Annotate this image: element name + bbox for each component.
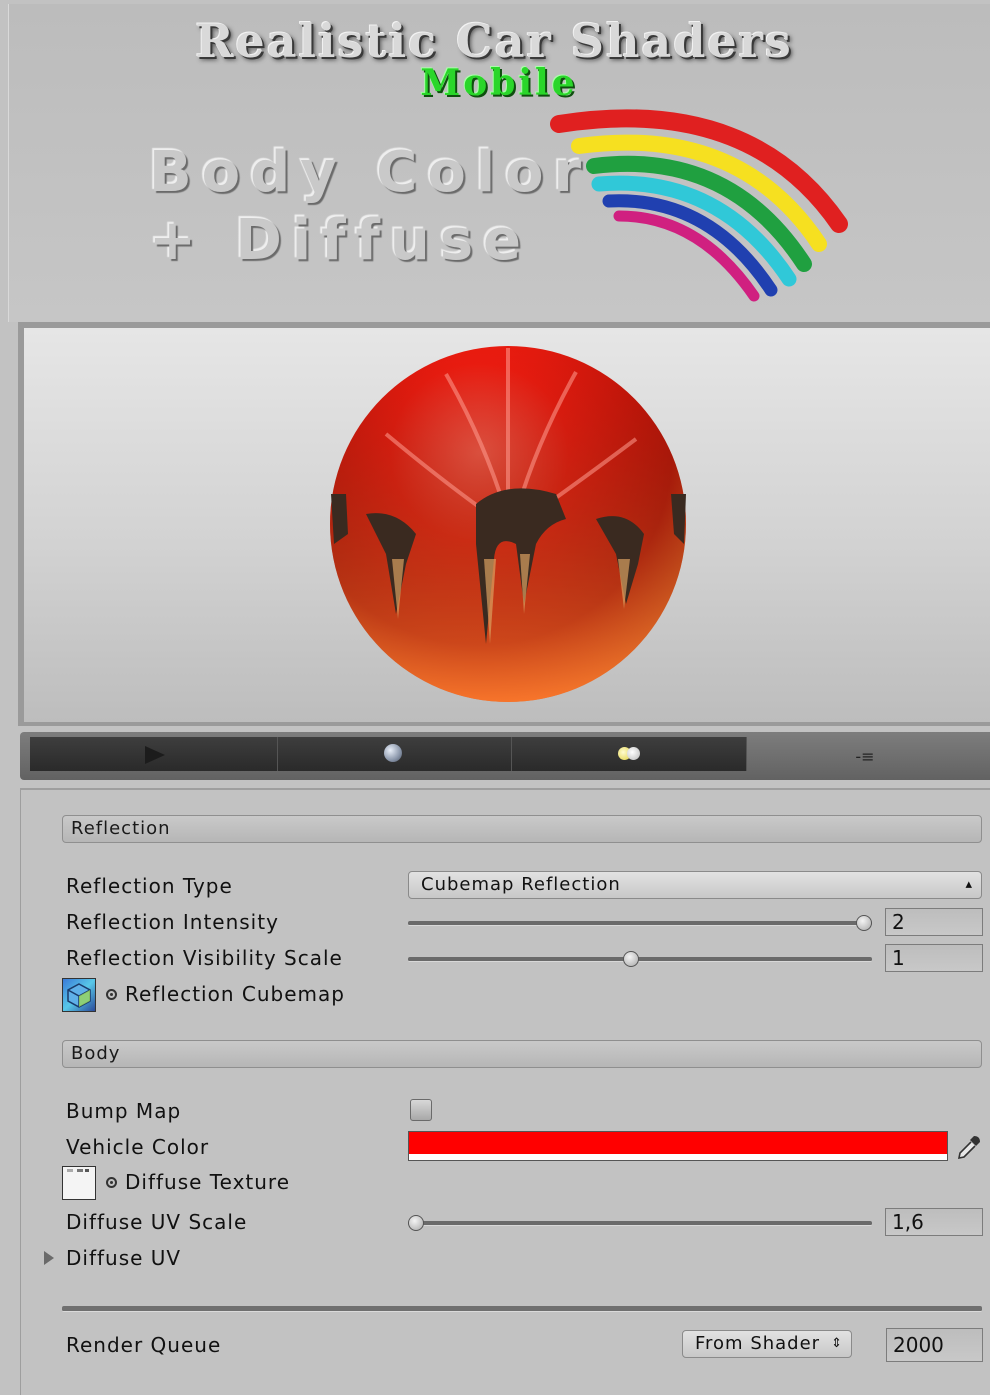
reflection-cubemap-label: Reflection Cubemap (125, 982, 345, 1006)
reflection-visibility-track[interactable] (408, 957, 872, 962)
diffuse-texture-label: Diffuse Texture (125, 1170, 291, 1194)
render-queue-mode-value: From Shader (695, 1333, 821, 1354)
bump-map-checkbox[interactable] (410, 1099, 432, 1121)
light-icon-b (627, 747, 640, 760)
render-queue-label: Render Queue (66, 1333, 222, 1357)
banner-title: Realistic Car Shaders (195, 14, 793, 68)
sphere-preview-icon (384, 744, 402, 762)
vehicle-color-fill (409, 1132, 947, 1154)
reflection-intensity-track[interactable] (408, 921, 872, 926)
banner-line2: + Diffuse (149, 208, 532, 273)
reflection-visibility-field[interactable]: 1 (885, 944, 983, 972)
reflection-cubemap-thumbnail[interactable] (62, 978, 96, 1012)
banner-subtitle: Mobile (420, 62, 578, 104)
divider (62, 1306, 982, 1312)
dropdown-arrows-icon: ⇕ (831, 1336, 843, 1351)
preview-settings-menu-icon[interactable]: -≡ (848, 746, 882, 768)
play-icon (145, 746, 165, 764)
diffuse-texture-thumbnail[interactable] (62, 1166, 96, 1200)
shader-banner: Realistic Car Shaders Mobile Body Color … (8, 4, 990, 322)
dropdown-arrows-icon: ▴ (965, 877, 973, 892)
texture-icon (67, 1169, 89, 1172)
bump-map-label: Bump Map (66, 1099, 182, 1123)
preview-lights-button[interactable] (512, 737, 747, 771)
vehicle-color-swatch[interactable] (408, 1131, 948, 1161)
diffuse-uv-foldout[interactable]: Diffuse UV (66, 1246, 181, 1270)
eyedropper-icon[interactable] (954, 1132, 984, 1162)
reflection-intensity-thumb[interactable] (856, 915, 872, 931)
object-picker-icon[interactable] (106, 1177, 117, 1188)
diffuse-uv-scale-thumb[interactable] (408, 1215, 424, 1231)
reflection-type-dropdown[interactable]: Cubemap Reflection ▴ (408, 871, 982, 899)
cubemap-icon (67, 983, 91, 1008)
body-section-header[interactable]: Body (62, 1040, 982, 1068)
reflection-intensity-label: Reflection Intensity (66, 910, 279, 934)
play-button[interactable] (30, 737, 278, 771)
vehicle-color-alpha-bar (409, 1154, 947, 1160)
reflection-type-label: Reflection Type (66, 874, 233, 898)
object-picker-icon[interactable] (106, 989, 117, 1000)
reflection-visibility-label: Reflection Visibility Scale (66, 946, 343, 970)
reflection-section-header[interactable]: Reflection (62, 815, 982, 843)
diffuse-uv-scale-label: Diffuse UV Scale (66, 1210, 248, 1234)
foldout-arrow-icon[interactable] (44, 1251, 54, 1265)
render-queue-mode-dropdown[interactable]: From Shader ⇕ (682, 1330, 852, 1358)
vehicle-color-label: Vehicle Color (66, 1135, 210, 1159)
diffuse-uv-scale-field[interactable]: 1,6 (885, 1208, 983, 1236)
render-queue-field[interactable]: 2000 (886, 1328, 983, 1362)
reflection-intensity-field[interactable]: 2 (885, 908, 983, 936)
diffuse-uv-scale-track[interactable] (408, 1221, 872, 1226)
rainbow-icon (550, 109, 848, 302)
preview-sphere[interactable] (326, 344, 690, 708)
banner-line1: Body Color (149, 140, 592, 205)
reflection-visibility-thumb[interactable] (623, 951, 640, 967)
preview-shape-button[interactable] (278, 737, 512, 771)
reflection-type-value: Cubemap Reflection (421, 874, 621, 895)
